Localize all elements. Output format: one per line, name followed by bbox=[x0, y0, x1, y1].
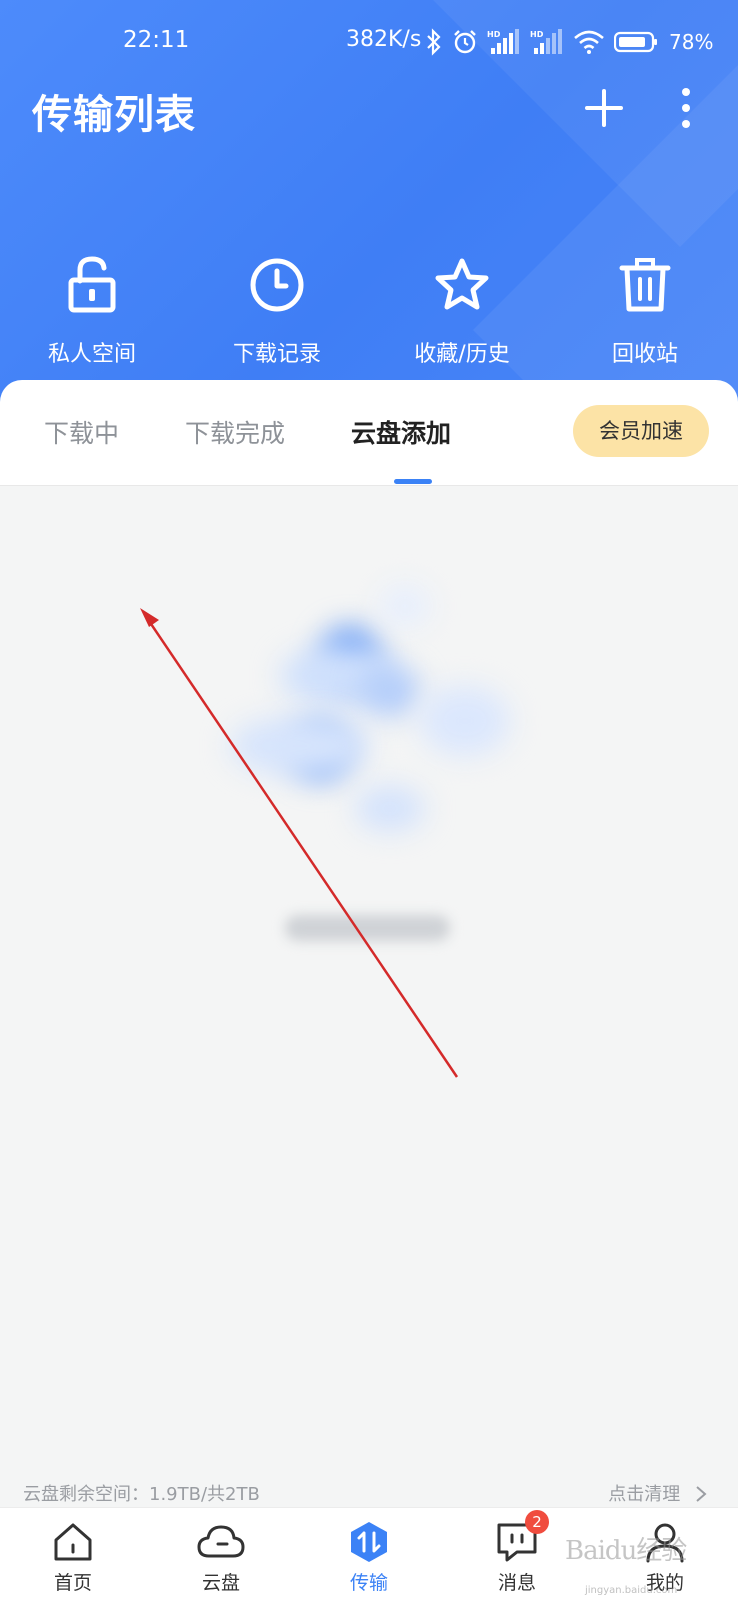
watermark-logo: Baidu经验 bbox=[565, 1536, 687, 1566]
nav-cloud[interactable]: 云盘 bbox=[161, 1508, 281, 1601]
cloud-icon bbox=[197, 1525, 245, 1558]
message-badge: 2 bbox=[525, 1510, 549, 1534]
annotation-arrow-layer bbox=[140, 608, 459, 1078]
transfer-icon bbox=[351, 1522, 387, 1562]
chevron-right-icon bbox=[696, 1486, 707, 1502]
annotation-arrowhead bbox=[140, 608, 159, 627]
storage-info: 云盘剩余空间：1.9TB/共2TB bbox=[23, 1484, 260, 1505]
nav-messages[interactable]: 2 消息 bbox=[457, 1508, 577, 1601]
nav-label: 传输 bbox=[349, 1572, 388, 1594]
clean-link[interactable]: 点击清理 bbox=[608, 1480, 708, 1506]
clean-link-label: 点击清理 bbox=[608, 1484, 681, 1505]
nav-label: 首页 bbox=[53, 1572, 92, 1594]
home-icon bbox=[54, 1523, 92, 1561]
nav-label: 消息 bbox=[497, 1572, 536, 1594]
nav-label: 云盘 bbox=[201, 1572, 240, 1594]
nav-home[interactable]: 首页 bbox=[13, 1508, 133, 1601]
watermark-url: jingyan.baidu.com bbox=[585, 1585, 678, 1596]
annotation-arrow bbox=[145, 617, 459, 1078]
nav-transfer[interactable]: 传输 bbox=[309, 1508, 429, 1601]
